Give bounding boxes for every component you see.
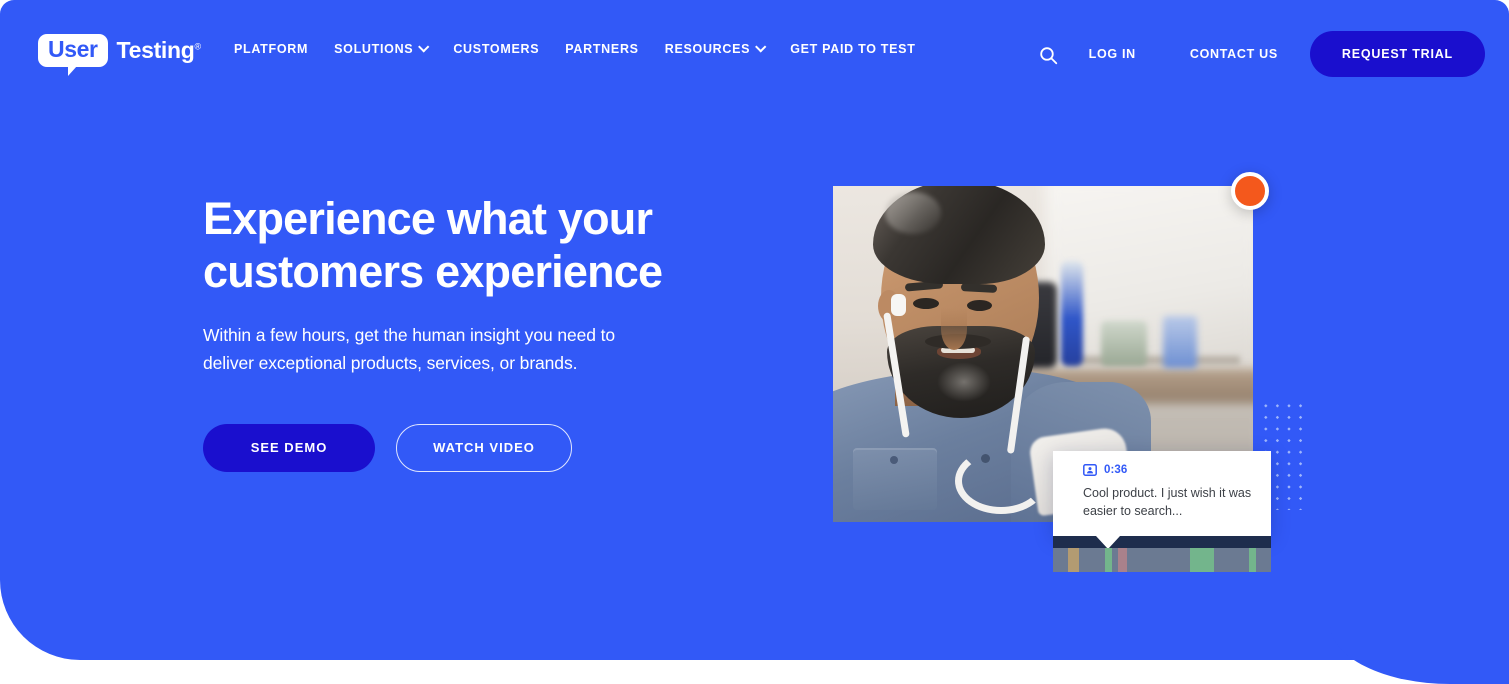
hero-subheading: Within a few hours, get the human insigh… xyxy=(203,322,763,377)
hero-cta-row: SEE DEMO WATCH VIDEO xyxy=(203,423,763,472)
logo-bubble-text: User xyxy=(48,36,98,62)
nav-item-customers-label: CUSTOMERS xyxy=(453,42,540,56)
timeline-segment xyxy=(1118,548,1128,572)
chevron-down-icon xyxy=(755,41,767,53)
primary-nav: PLATFORM SOLUTIONS CUSTOMERS PARTNERS RE… xyxy=(234,41,916,56)
request-trial-button[interactable]: REQUEST TRIAL xyxy=(1309,31,1485,77)
photo-rail xyxy=(1065,356,1240,365)
nav-item-get-paid-to-test-label: GET PAID TO TEST xyxy=(790,42,916,56)
hero-copy: Experience what your customers experienc… xyxy=(203,193,763,472)
nav-item-customers[interactable]: CUSTOMERS xyxy=(453,42,539,56)
timeline-header-bar xyxy=(1053,536,1271,548)
record-dot-icon xyxy=(1231,172,1269,210)
subhead-line-2: deliver exceptional products, services, … xyxy=(203,352,578,373)
watch-video-button[interactable]: WATCH VIDEO xyxy=(396,423,572,472)
subject-hair-highlight xyxy=(885,192,941,234)
login-link[interactable]: LOG IN xyxy=(1089,47,1136,61)
utility-nav: LOG IN CONTACT US REQUEST TRIAL xyxy=(1039,31,1485,77)
nav-item-solutions-label: SOLUTIONS xyxy=(334,42,414,56)
navbar: User Testing® PLATFORM SOLUTIONS CUSTOME… xyxy=(0,0,1509,108)
logo-bubble: User xyxy=(38,34,108,76)
participant-quote-card[interactable]: 0:36 Cool product. I just wish it was ea… xyxy=(1053,451,1271,536)
quote-meta: 0:36 xyxy=(1083,464,1253,476)
quote-timestamp: 0:36 xyxy=(1104,464,1128,476)
nav-item-partners-label: PARTNERS xyxy=(565,42,639,56)
logo-word-text: Testing xyxy=(116,37,195,63)
nav-item-platform[interactable]: PLATFORM xyxy=(234,42,308,56)
participant-avatar-icon xyxy=(1083,464,1097,476)
chevron-down-icon xyxy=(418,41,430,53)
search-icon[interactable] xyxy=(1039,46,1058,65)
photo-bottle xyxy=(1061,261,1083,366)
photo-jar xyxy=(1101,321,1147,366)
nav-item-resources[interactable]: RESOURCES xyxy=(664,41,767,56)
hero-bottom-sweep xyxy=(1330,600,1509,684)
earbud-icon xyxy=(891,294,906,316)
nav-item-get-paid-to-test[interactable]: GET PAID TO TEST xyxy=(790,42,915,56)
timeline-segment xyxy=(1068,548,1080,572)
hero-section: User Testing® PLATFORM SOLUTIONS CUSTOME… xyxy=(0,0,1509,660)
nav-item-partners[interactable]: PARTNERS xyxy=(565,42,638,56)
timeline-segment xyxy=(1249,548,1256,572)
contact-us-link[interactable]: CONTACT US xyxy=(1190,47,1278,61)
logo-trademark: ® xyxy=(194,41,202,52)
subject-shirt-button xyxy=(890,456,898,464)
nav-item-solutions[interactable]: SOLUTIONS xyxy=(334,41,430,56)
timeline-segment xyxy=(1105,548,1112,572)
nav-item-platform-label: PLATFORM xyxy=(234,42,309,56)
subject-eye-left xyxy=(913,298,939,309)
site-logo[interactable]: User Testing® xyxy=(38,34,202,76)
timeline-track[interactable] xyxy=(1053,548,1271,572)
subject-eye-right xyxy=(967,300,992,311)
timeline-segment xyxy=(1190,548,1215,572)
logo-wordmark: Testing® xyxy=(116,37,202,63)
subject-nose xyxy=(941,308,967,350)
photo-blue-object xyxy=(1163,316,1197,368)
page-title: Experience what your customers experienc… xyxy=(203,193,763,298)
subhead-line-1: Within a few hours, get the human insigh… xyxy=(203,325,616,346)
subject-beard-highlight xyxy=(937,362,991,402)
headline-line-2: customers experience xyxy=(203,245,663,297)
headline-line-1: Experience what your xyxy=(203,193,653,244)
video-timeline[interactable] xyxy=(1053,536,1271,572)
earbud-cord-loop xyxy=(955,448,1047,514)
see-demo-button[interactable]: SEE DEMO xyxy=(203,423,375,472)
nav-item-resources-label: RESOURCES xyxy=(664,42,751,56)
quote-text: Cool product. I just wish it was easier … xyxy=(1083,486,1252,518)
